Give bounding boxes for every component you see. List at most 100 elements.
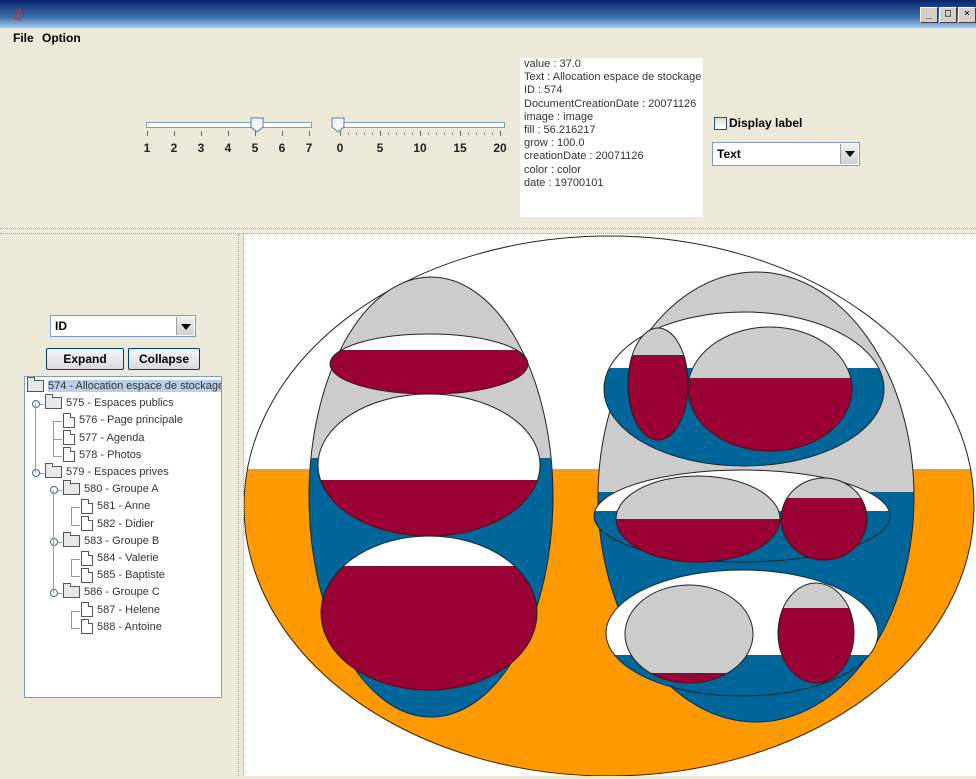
tree-connector bbox=[71, 627, 80, 629]
tree-node-label: 585 - Baptiste bbox=[97, 569, 165, 582]
folder-icon bbox=[63, 583, 80, 599]
info-line: fill : 56.216217 bbox=[524, 124, 596, 137]
menu-file[interactable]: File bbox=[13, 31, 34, 45]
tree-node[interactable]: 579 - Espaces prives bbox=[45, 463, 169, 481]
expand-toggle-icon[interactable] bbox=[32, 400, 40, 409]
file-icon bbox=[81, 516, 93, 532]
tree-node-label: 588 - Antoine bbox=[97, 620, 162, 633]
depth-slider-tick bbox=[282, 131, 283, 136]
chevron-down-icon[interactable] bbox=[840, 144, 858, 164]
tree-node-label: 577 - Agenda bbox=[79, 431, 145, 444]
depth-slider-tick-label: 5 bbox=[251, 141, 259, 155]
depth-slider-track[interactable] bbox=[146, 122, 312, 128]
threshold-slider-minor-tick bbox=[428, 132, 429, 135]
depth-slider-tick bbox=[147, 131, 148, 136]
expand-toggle-icon[interactable] bbox=[32, 469, 40, 477]
chevron-down-icon[interactable] bbox=[176, 317, 194, 335]
collapse-button[interactable]: Collapse bbox=[128, 348, 200, 370]
threshold-slider-track[interactable] bbox=[335, 122, 505, 128]
menu-bar: File Option bbox=[0, 28, 976, 48]
info-line: DocumentCreationDate : 20071126 bbox=[524, 97, 697, 110]
file-icon bbox=[81, 619, 93, 635]
tree-connector bbox=[53, 490, 54, 594]
tree-node[interactable]: 581 - Anne bbox=[81, 498, 150, 515]
threshold-slider-tick-label: 10 bbox=[413, 141, 427, 155]
tree-node[interactable]: 583 - Groupe B bbox=[63, 531, 160, 550]
folder-icon bbox=[45, 463, 62, 479]
treemap-svg[interactable] bbox=[243, 234, 976, 777]
tree-node[interactable]: 588 - Antoine bbox=[81, 619, 162, 636]
folder-icon bbox=[63, 531, 80, 547]
tree-connector bbox=[71, 507, 72, 525]
threshold-slider-tick bbox=[500, 131, 501, 136]
threshold-slider-minor-tick bbox=[364, 132, 365, 135]
tree-node[interactable]: 582 - Didier bbox=[81, 516, 154, 533]
threshold-slider-minor-tick bbox=[404, 132, 405, 135]
tree-connector bbox=[35, 404, 36, 473]
tree-node[interactable]: 575 - Espaces publics bbox=[45, 394, 174, 412]
threshold-slider-tick-label: 0 bbox=[336, 141, 344, 155]
tree-node[interactable]: 578 - Photos bbox=[63, 447, 141, 464]
expand-button[interactable]: Expand bbox=[46, 348, 124, 370]
threshold-slider-tick bbox=[420, 131, 421, 136]
hierarchy-tree[interactable]: 574 - Allocation espace de stockage 575 -… bbox=[24, 376, 222, 698]
depth-slider-tick-label: 3 bbox=[197, 141, 205, 155]
label-field-value: Text bbox=[717, 147, 741, 161]
tree-connector bbox=[71, 576, 80, 578]
tree-connector bbox=[53, 421, 62, 423]
expand-toggle-icon[interactable] bbox=[50, 486, 58, 495]
expand-toggle-icon[interactable] bbox=[50, 537, 58, 546]
tree-node[interactable]: 577 - Agenda bbox=[63, 430, 144, 447]
tree-node[interactable]: 574 - Allocation espace de stockage bbox=[27, 377, 221, 395]
tree-node[interactable]: 584 - Valerie bbox=[81, 550, 159, 567]
tree-node[interactable]: 587 - Helene bbox=[81, 602, 160, 619]
node-info-panel: value : 37.0 Text : Allocation espace de … bbox=[520, 58, 703, 217]
maximize-button[interactable]: □ bbox=[939, 7, 957, 23]
expand-toggle-icon[interactable] bbox=[50, 589, 58, 598]
threshold-slider-minor-tick bbox=[476, 132, 477, 135]
threshold-slider-minor-tick bbox=[492, 132, 493, 135]
java-app-icon bbox=[13, 7, 23, 21]
info-line: Text : Allocation espace de stockage bbox=[524, 71, 702, 84]
file-icon bbox=[81, 550, 93, 566]
threshold-slider-tick bbox=[340, 131, 341, 136]
file-icon bbox=[81, 567, 93, 583]
file-icon bbox=[63, 412, 75, 428]
info-line: ID : 574 bbox=[524, 84, 563, 97]
display-label-checkbox[interactable] bbox=[714, 117, 727, 130]
close-button[interactable]: × bbox=[958, 7, 976, 23]
visualization-canvas[interactable] bbox=[243, 234, 976, 777]
menu-option[interactable]: Option bbox=[42, 31, 81, 45]
depth-slider-thumb[interactable] bbox=[250, 117, 264, 133]
tree-label-select[interactable]: ID bbox=[50, 315, 196, 337]
display-label-text: Display label bbox=[729, 116, 803, 130]
tree-node[interactable]: 585 - Baptiste bbox=[81, 567, 165, 584]
info-line: color : color bbox=[524, 163, 581, 176]
file-icon bbox=[63, 430, 75, 446]
tree-node-label: 583 - Groupe B bbox=[84, 534, 160, 547]
label-field-select[interactable]: Text bbox=[712, 142, 860, 166]
tree-node-label: 584 - Valerie bbox=[97, 552, 159, 564]
tree-connector bbox=[53, 421, 54, 456]
file-icon bbox=[81, 498, 93, 514]
tree-connector bbox=[53, 438, 62, 440]
threshold-slider-minor-tick bbox=[372, 132, 373, 135]
depth-slider-tick bbox=[228, 131, 229, 136]
info-line: creationDate : 20071126 bbox=[524, 150, 644, 163]
threshold-slider-minor-tick bbox=[468, 132, 469, 135]
folder-icon bbox=[63, 480, 80, 496]
tree-node[interactable]: 586 - Groupe C bbox=[63, 583, 160, 601]
threshold-slider-minor-tick bbox=[356, 132, 357, 135]
threshold-slider-minor-tick bbox=[348, 132, 349, 135]
tree-connector bbox=[71, 610, 72, 628]
file-icon bbox=[81, 602, 93, 618]
tree-node[interactable]: 580 - Groupe A bbox=[63, 480, 159, 498]
threshold-slider-tick bbox=[380, 131, 381, 136]
tree-connector bbox=[71, 507, 80, 509]
threshold-slider-thumb[interactable] bbox=[331, 117, 345, 133]
tree-node-label: 582 - Didier bbox=[97, 517, 154, 530]
threshold-slider-minor-tick bbox=[452, 132, 453, 135]
depth-slider-tick bbox=[201, 131, 202, 136]
minimize-button[interactable]: _ bbox=[920, 7, 938, 23]
tree-node[interactable]: 576 - Page principale bbox=[63, 412, 183, 429]
